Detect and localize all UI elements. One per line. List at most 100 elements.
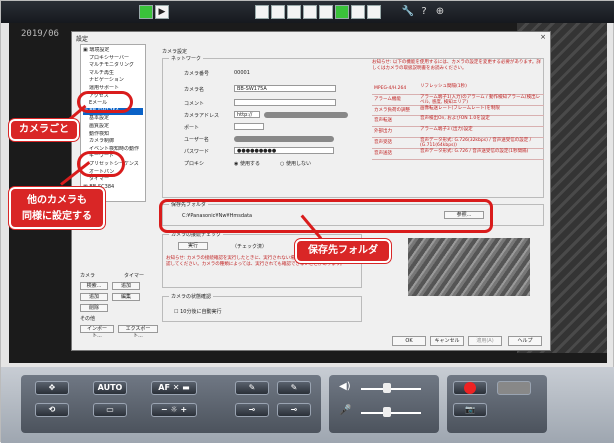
per-camera-callout: カメラごと [9,119,79,141]
table-key: 音声送話 [374,150,392,156]
comment-label: コメント [184,101,205,107]
pan-button[interactable]: ✥ [35,381,69,395]
af-button[interactable]: AF ✕ ▬ [151,381,197,395]
tree-item[interactable]: ナビゲーション [83,77,143,85]
add-button[interactable]: 追加 [80,293,108,301]
comment-field[interactable] [234,99,336,106]
tree-item[interactable]: カメラ制御 [83,138,143,146]
table-row: アラーム機能 アラーム端子1(入力)のアラーム / 動作検知アラーム(検出レベル,… [372,95,544,106]
layout-close-button[interactable] [367,5,381,19]
settings-tree[interactable]: ▣ 環境設定 プロキシサーバー マルチモニタリング マルチ再生 ナビゲーション 運用サポー… [80,44,146,202]
table-value: 音声データ形式: G.726(32kbps) / 音声送受信の設定 / (G.7… [420,137,532,148]
tree-item[interactable]: タイマー [83,176,143,184]
preset2-button[interactable]: ⊸ [277,403,311,417]
tree-item[interactable]: 基本設定 [83,115,143,123]
pan-reset-button[interactable]: ⟲ [35,403,69,417]
edit-preset-button[interactable]: ✎ [235,381,269,395]
camera-thumbnail [408,238,530,296]
live-view-button[interactable] [139,5,153,19]
zoom-button[interactable]: − ☼ + [151,403,197,417]
table-key: MPEG-4/H.264 [374,86,407,91]
camera-label: カメラ [80,273,96,279]
check-status: （チェック済） [232,244,268,250]
run-check-button[interactable]: 実行 [178,242,208,250]
layout-green-button[interactable] [335,5,349,19]
layout-16-button[interactable] [303,5,317,19]
timer-add-button[interactable]: 追加 [112,282,140,290]
user-label: ユーザー名 [184,137,209,143]
edit-preset2-button[interactable]: ✎ [277,381,311,395]
cancel-button[interactable]: キャンセル [430,336,464,346]
layout-4-button[interactable] [271,5,285,19]
red-note: お知らせ: 以下の機能を使用するには、カメラの設定を変更する必要があります。詳し… [372,60,541,71]
settings-dialog: 設定 × ▣ 環境設定 プロキシサーバー マルチモニタリング マルチ再生 ナビゲーション… [71,31,551,351]
table-value: リフレッシュ間隔(1秒) [420,84,467,89]
delete-button[interactable]: 削除 [80,304,108,312]
address-protocol-select[interactable]: http:// [234,111,260,118]
address-field[interactable] [264,112,348,118]
speaker-icon: ◀) [339,381,351,392]
table-value: 音声検出On, およびON 1.0を設定 [420,116,490,122]
network-legend: ネットワーク [169,55,204,62]
tree-item[interactable]: マルチモニタリング [83,62,143,70]
table-key: 音声受話 [374,139,392,145]
table-row: 外部出力 アラーム端子3 (出力)設定 [372,127,544,138]
volume-knob[interactable] [383,383,391,393]
other-cameras-callout: 他のカメラも 同様に設定する [9,187,105,229]
tree-item[interactable]: プロキシサーバー [83,55,143,63]
top-toolbar: ▶ 🔧 ? ⊕ [1,1,614,23]
table-key: アラーム機能 [374,96,401,102]
volume-slider[interactable] [361,388,421,390]
globe-icon[interactable]: ⊕ [433,5,447,19]
other-label: その他 [80,316,96,322]
layout-9-button[interactable] [287,5,301,19]
port-field[interactable] [234,123,264,130]
edit-button[interactable]: 編集 [112,293,140,301]
password-label: パスワード [184,149,210,155]
proxy-nouse-radio[interactable]: ○ 使用しない [280,160,311,167]
table-row: 音声転送 音声検出On, およびON 1.0を設定 [372,116,544,128]
preset-button[interactable]: ⊸ [235,403,269,417]
user-field[interactable] [234,136,334,142]
auto-button[interactable]: AUTO [93,381,127,395]
address-label: カメラアドレス [184,113,220,119]
stop-button[interactable] [497,381,531,395]
camera-name-field[interactable]: BB-SW175A [234,85,336,92]
apply-button[interactable]: 適用(A) [468,336,502,346]
password-field[interactable]: ●●●●●●●●● [234,147,334,154]
layout-custom-button[interactable] [319,5,333,19]
help-button[interactable]: ヘルプ [508,336,542,346]
per-camera-highlight [77,91,133,113]
import-button[interactable]: インポート... [80,325,114,339]
wrench-icon[interactable]: 🔧 [401,5,415,19]
proxy-label: プロキシ [184,161,205,167]
layout-1-button[interactable] [255,5,269,19]
save-folder-callout: 保存先フォルダ [295,239,391,263]
help-icon[interactable]: ? [417,5,431,19]
record-icon [464,382,476,394]
table-key: 音声転送 [374,118,392,124]
table-value: 音声データ形式: G.726 / 音声送受信の設定(1秒間隔) [420,148,529,154]
export-button[interactable]: エクスポート... [118,325,158,339]
play-button[interactable]: ▶ [155,5,169,19]
table-row: 音声受話 音声データ形式: G.726(32kbps) / 音声送受信の設定 / … [372,138,544,149]
mic-icon: 🎤 [339,405,352,416]
mic-knob[interactable] [383,407,391,417]
camera-name-label: カメラ名 [184,87,205,93]
tree-item[interactable]: ▣ 環境設定 [83,47,143,55]
tree-item[interactable]: 動作検知 [83,131,143,139]
proxy-use-radio[interactable]: ◉ 使用する [234,160,260,167]
table-key: 外部出力 [374,129,392,135]
auto-run-checkbox[interactable]: ☐ 10分後に自動実行 [174,308,221,315]
brightness-button[interactable]: ▭ [93,403,127,417]
timer-label: タイマー [124,273,145,279]
snapshot-button[interactable]: 📷 [453,403,487,417]
tree-item[interactable]: 画質設定 [83,123,143,131]
mic-slider[interactable] [361,412,421,414]
search-button[interactable]: 検索... [80,282,108,290]
tree-item[interactable]: マルチ再生 [83,70,143,78]
ok-button[interactable]: OK [392,336,426,346]
bottom-control-bar: ✥ ⟲ AUTO ▭ AF ✕ ▬ − ☼ + ✎ ⊸ ✎ ⊸ ◀) 🎤 📷 [1,367,614,443]
close-icon[interactable]: × [540,33,546,41]
layout-image-button[interactable] [351,5,365,19]
